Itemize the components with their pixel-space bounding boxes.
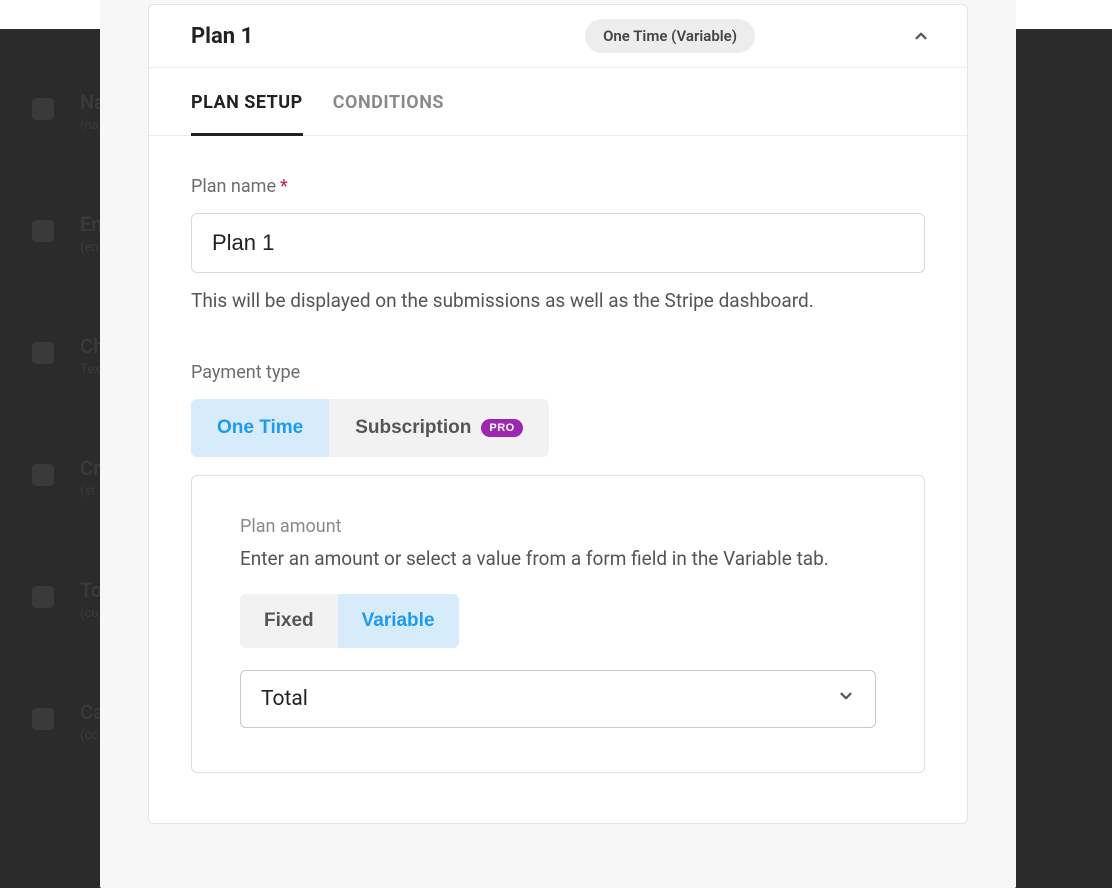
person-icon: [32, 98, 54, 120]
plan-name-help: This will be displayed on the submission…: [191, 289, 925, 312]
card-icon: [32, 464, 54, 486]
amount-fixed-button[interactable]: Fixed: [240, 594, 338, 648]
chevron-up-icon[interactable]: [911, 26, 931, 46]
plan-amount-label: Plan amount: [240, 516, 876, 537]
tabs: PLAN SETUP CONDITIONS: [149, 67, 967, 136]
plan-panel: Plan 1 One Time (Variable) PLAN SETUP CO…: [148, 4, 968, 824]
amount-field-select[interactable]: Total: [240, 670, 876, 728]
modal-dialog: Plan 1 One Time (Variable) PLAN SETUP CO…: [100, 0, 1016, 888]
plan-amount-help: Enter an amount or select a value from a…: [240, 547, 876, 570]
plus-icon: [32, 342, 54, 364]
plan-amount-box: Plan amount Enter an amount or select a …: [191, 475, 925, 773]
amount-field-value: Total: [261, 687, 308, 711]
payment-type-label: Payment type: [191, 362, 925, 383]
amount-type-segmented: Fixed Variable: [240, 594, 459, 648]
amount-variable-button[interactable]: Variable: [338, 594, 459, 648]
plan-name-label: Plan name*: [191, 176, 925, 197]
payment-subscription-button[interactable]: Subscription PRO: [329, 399, 548, 457]
plan-type-badge: One Time (Variable): [585, 19, 755, 53]
calc-icon: [32, 708, 54, 730]
plan-name-input[interactable]: [191, 213, 925, 273]
tab-conditions[interactable]: CONDITIONS: [333, 68, 444, 135]
panel-header[interactable]: Plan 1 One Time (Variable): [149, 5, 967, 67]
dollar-icon: [32, 586, 54, 608]
panel-title: Plan 1: [191, 24, 253, 49]
payment-type-segmented: One Time Subscription PRO: [191, 399, 549, 457]
mail-icon: [32, 220, 54, 242]
payment-one-time-button[interactable]: One Time: [191, 399, 329, 457]
tab-plan-setup[interactable]: PLAN SETUP: [191, 68, 303, 135]
chevron-down-icon: [837, 687, 855, 711]
pro-badge: PRO: [481, 419, 522, 437]
